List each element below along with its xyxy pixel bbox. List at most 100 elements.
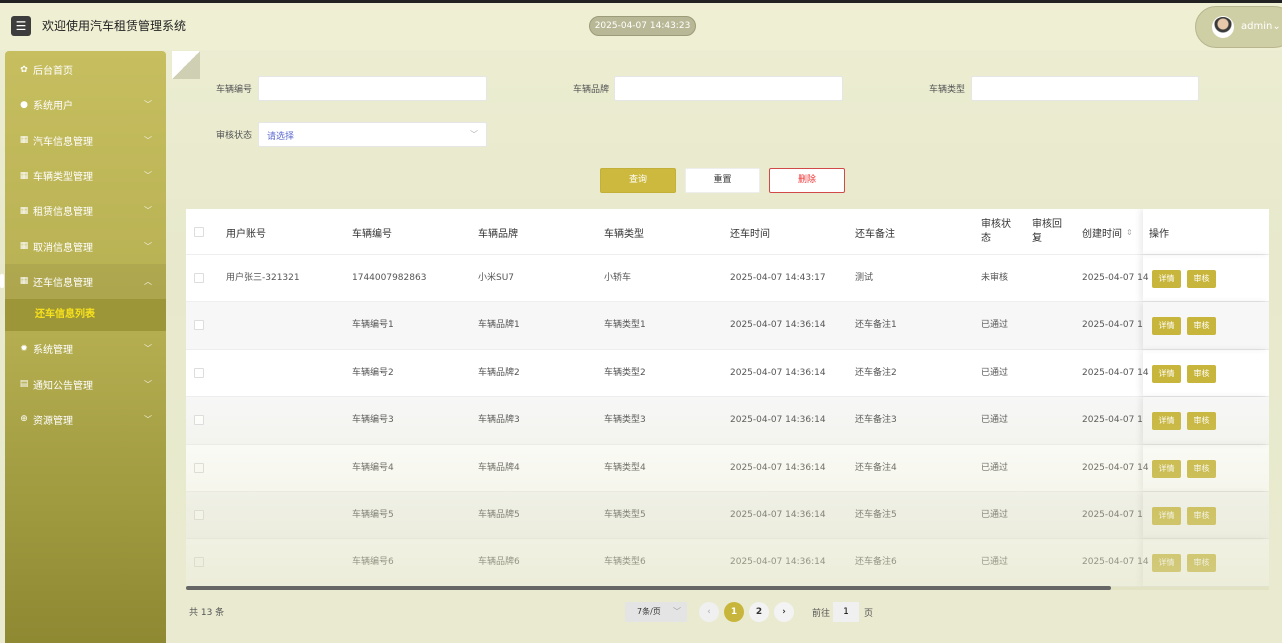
detail-button[interactable]: 详情 bbox=[1152, 507, 1181, 525]
cell-return-note: 测试 bbox=[855, 273, 874, 283]
cell-return-time: 2025-04-07 14:36:14 bbox=[730, 462, 826, 473]
user-icon: ● bbox=[20, 99, 28, 110]
sidebar-item-notices[interactable]: ▤ 通知公告管理 ﹀ bbox=[5, 366, 166, 401]
row-checkbox[interactable] bbox=[194, 367, 204, 378]
col-review-status: 审核状态 bbox=[981, 219, 1011, 244]
type-input[interactable] bbox=[971, 76, 1199, 101]
detail-button[interactable]: 详情 bbox=[1152, 364, 1181, 383]
page-size-select[interactable]: 7条/页 ﹀ bbox=[625, 602, 687, 622]
review-button[interactable]: 审核 bbox=[1187, 317, 1216, 336]
review-button[interactable]: 审核 bbox=[1187, 270, 1216, 288]
reset-button[interactable]: 重置 bbox=[685, 168, 760, 193]
review-button[interactable]: 审核 bbox=[1187, 554, 1216, 573]
plus-circle-icon: ⊕ bbox=[20, 414, 28, 425]
chevron-down-icon: ﹀ bbox=[470, 130, 478, 139]
sidebar-item-home[interactable]: ✿ 后台首页 bbox=[5, 52, 166, 87]
review-button[interactable]: 审核 bbox=[1187, 364, 1216, 383]
row-checkbox[interactable] bbox=[194, 415, 204, 426]
cell-brand: 车辆品牌3 bbox=[478, 415, 520, 426]
next-page-button[interactable]: › bbox=[774, 602, 794, 622]
review-button[interactable]: 审核 bbox=[1187, 507, 1216, 525]
cell-review-status: 已通过 bbox=[981, 320, 1009, 331]
table-row: 车辆编号6 车辆品牌6 车辆类型6 2025-04-07 14:36:14 还车备注6 已… bbox=[186, 539, 1269, 587]
chevron-down-icon: ﹀ bbox=[144, 100, 152, 110]
top-header: ☰ 欢迎使用汽车租赁管理系统 2025-04-07 14:43:23 admin… bbox=[0, 0, 1282, 50]
cell-return-time: 2025-04-07 14:36:14 bbox=[730, 415, 826, 426]
cell-created-time: 2025-04-07 14 bbox=[1082, 273, 1149, 283]
search-button[interactable]: 查询 bbox=[600, 168, 676, 193]
chevron-down-icon: ﹀ bbox=[144, 171, 152, 181]
sidebar-item-cancellations[interactable]: ▦ 取消信息管理 ﹀ bbox=[5, 228, 166, 263]
detail-button[interactable]: 详情 bbox=[1152, 459, 1181, 478]
vehicle-no-input[interactable] bbox=[258, 76, 487, 101]
sidebar: ✿ 后台首页 ● 系统用户 ﹀ ▦ 汽车信息管理 ﹀ ▦ 车辆类型管理 ﹀ ▦ … bbox=[0, 51, 166, 643]
row-checkbox[interactable] bbox=[194, 557, 204, 568]
chevron-down-icon: ﹀ bbox=[144, 414, 152, 424]
sidebar-item-label: 还车信息管理 bbox=[33, 277, 93, 289]
col-ops: 操作 bbox=[1149, 228, 1169, 240]
brand-input[interactable] bbox=[614, 76, 843, 101]
review-button[interactable]: 审核 bbox=[1187, 459, 1216, 478]
sidebar-item-users[interactable]: ● 系统用户 ﹀ bbox=[5, 87, 166, 122]
page-2-button[interactable]: 2 bbox=[749, 602, 769, 622]
sidebar-item-resources[interactable]: ⊕ 资源管理 ﹀ bbox=[5, 402, 166, 437]
sidebar-item-vehicle-types[interactable]: ▦ 车辆类型管理 ﹀ bbox=[5, 158, 166, 193]
status-select[interactable]: 请选择 ﹀ bbox=[258, 122, 487, 147]
table-header: 用户账号 车辆编号 车辆品牌 车辆类型 还车时间 还车备注 审核状态 审核回复 … bbox=[186, 209, 1269, 255]
sidebar-item-label: 系统管理 bbox=[33, 345, 73, 357]
goto-page-input[interactable] bbox=[833, 602, 859, 622]
cell-brand: 小米SU7 bbox=[478, 273, 515, 283]
prev-page-button[interactable]: ‹ bbox=[699, 602, 719, 622]
cell-brand: 车辆品牌6 bbox=[478, 557, 520, 568]
row-checkbox[interactable] bbox=[194, 462, 204, 473]
detail-button[interactable]: 详情 bbox=[1152, 554, 1181, 573]
cell-created-time: 2025-04-07 14 bbox=[1082, 415, 1149, 426]
cell-return-note: 还车备注4 bbox=[855, 462, 897, 473]
user-menu[interactable]: admin⌄ bbox=[1195, 6, 1282, 48]
chevron-down-icon: ﹀ bbox=[673, 607, 681, 616]
page-1-button[interactable]: 1 bbox=[724, 602, 744, 622]
type-label: 车辆类型 bbox=[929, 85, 966, 95]
sidebar-item-rentals[interactable]: ▦ 租赁信息管理 ﹀ bbox=[5, 193, 166, 228]
cell-type: 车辆类型2 bbox=[604, 367, 646, 378]
cell-return-note: 还车备注2 bbox=[855, 367, 897, 378]
row-checkbox[interactable] bbox=[194, 510, 204, 520]
avatar bbox=[1212, 16, 1234, 38]
delete-button[interactable]: 删除 bbox=[769, 168, 845, 193]
detail-button[interactable]: 详情 bbox=[1152, 412, 1181, 431]
goto-suffix: 页 bbox=[864, 609, 874, 619]
cell-created-time: 2025-04-07 14 bbox=[1082, 320, 1149, 331]
row-actions: 详情 审核 bbox=[1143, 302, 1269, 349]
review-button[interactable]: 审核 bbox=[1187, 412, 1216, 431]
cell-vehicle-no: 车辆编号4 bbox=[352, 462, 394, 473]
detail-button[interactable]: 详情 bbox=[1152, 317, 1181, 336]
cell-brand: 车辆品牌1 bbox=[478, 320, 520, 331]
cell-created-time: 2025-04-07 14 bbox=[1082, 367, 1149, 378]
row-actions: 详情 审核 bbox=[1143, 445, 1269, 491]
ops-header: 操作 bbox=[1143, 209, 1269, 254]
detail-button[interactable]: 详情 bbox=[1152, 270, 1181, 288]
cell-brand: 车辆品牌4 bbox=[478, 462, 520, 473]
sidebar-item-label: 汽车信息管理 bbox=[33, 136, 93, 148]
sidebar-item-label: 租赁信息管理 bbox=[33, 207, 93, 219]
row-checkbox[interactable] bbox=[194, 273, 204, 283]
chevron-down-icon: ﹀ bbox=[144, 206, 152, 216]
horizontal-scrollbar[interactable] bbox=[186, 586, 1111, 590]
sidebar-item-system[interactable]: ✹ 系统管理 ﹀ bbox=[5, 331, 166, 366]
user-name: admin⌄ bbox=[1241, 21, 1281, 32]
cell-vehicle-no: 车辆编号3 bbox=[352, 415, 394, 426]
hamburger-icon[interactable]: ☰ bbox=[11, 16, 31, 36]
sidebar-item-returns[interactable]: ▦ 还车信息管理 ︿ bbox=[0, 263, 166, 300]
col-created-time[interactable]: 创建时间 ⇕ bbox=[1082, 209, 1133, 255]
sort-icon[interactable]: ⇕ bbox=[1126, 228, 1133, 237]
row-actions: 详情 审核 bbox=[1143, 350, 1269, 396]
select-all-checkbox[interactable] bbox=[194, 227, 204, 237]
cell-type: 车辆类型3 bbox=[604, 415, 646, 426]
grid-icon: ▦ bbox=[19, 241, 29, 252]
app-title: 欢迎使用汽车租赁管理系统 bbox=[42, 19, 187, 33]
sidebar-item-label: 通知公告管理 bbox=[33, 380, 93, 392]
sidebar-item-cars[interactable]: ▦ 汽车信息管理 ﹀ bbox=[5, 123, 166, 158]
row-checkbox[interactable] bbox=[194, 320, 204, 331]
sidebar-subitem-return-list[interactable]: 还车信息列表 bbox=[5, 299, 166, 332]
grid-icon: ▦ bbox=[19, 135, 29, 146]
